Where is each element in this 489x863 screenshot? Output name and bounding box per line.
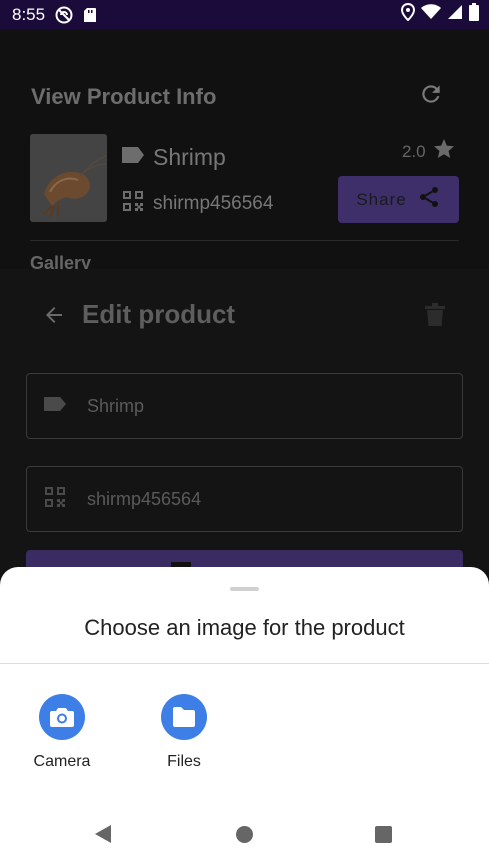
product-name-row: Shrimp: [121, 144, 226, 171]
sd-card-icon: [83, 7, 97, 23]
divider: [30, 240, 459, 241]
product-name: Shrimp: [153, 144, 226, 170]
product-code-row: shirmp456564: [121, 189, 273, 218]
do-not-disturb-icon: [55, 6, 73, 24]
product-name-field[interactable]: Shrimp: [26, 373, 463, 439]
share-button-label: Share: [356, 189, 407, 209]
qr-code-icon: [43, 485, 67, 514]
battery-icon: [469, 3, 479, 26]
refresh-icon[interactable]: [418, 81, 444, 112]
wifi-icon: [421, 4, 441, 25]
navigation-bar: [0, 800, 489, 863]
sheet-title: Choose an image for the product: [84, 615, 405, 640]
location-icon: [400, 2, 416, 26]
product-code-field-value: shirmp456564: [87, 488, 202, 509]
signal-icon: [447, 4, 463, 25]
product-code: shirmp456564: [153, 192, 274, 214]
qr-code-icon: [121, 189, 145, 218]
camera-option[interactable]: Camera: [17, 694, 107, 771]
status-time: 8:55: [12, 4, 46, 24]
share-button[interactable]: Share: [338, 176, 459, 223]
files-option-label: Files: [167, 753, 201, 770]
view-product-title: View Product Info: [31, 84, 217, 109]
label-tag-icon: [121, 146, 145, 169]
product-name-field-value: Shrimp: [87, 395, 145, 416]
nav-home-icon[interactable]: [236, 826, 253, 843]
product-code-field[interactable]: shirmp456564: [26, 466, 463, 532]
camera-option-label: Camera: [33, 753, 91, 770]
label-tag-icon: [43, 396, 67, 417]
nav-recents-icon[interactable]: [375, 826, 392, 843]
delete-icon[interactable]: [424, 303, 446, 332]
files-option[interactable]: Files: [139, 694, 229, 771]
sheet-drag-handle[interactable]: [230, 587, 259, 591]
view-product-screen: View Product Info Shrimp shirmp456564 2.…: [0, 29, 489, 273]
rating-row: 2.0: [402, 137, 456, 166]
back-arrow-icon[interactable]: [42, 303, 66, 332]
nav-back-icon[interactable]: [94, 824, 112, 849]
image-chooser-sheet: Choose an image for the product Camera F…: [0, 567, 489, 863]
share-icon: [417, 185, 441, 214]
rating-value: 2.0: [402, 141, 426, 161]
divider: [0, 663, 489, 664]
star-icon: [432, 137, 456, 166]
status-bar: 8:55: [0, 0, 489, 29]
camera-icon: [39, 694, 85, 740]
edit-product-title: Edit product: [82, 299, 236, 329]
folder-icon: [161, 694, 207, 740]
product-thumbnail[interactable]: [30, 134, 107, 222]
